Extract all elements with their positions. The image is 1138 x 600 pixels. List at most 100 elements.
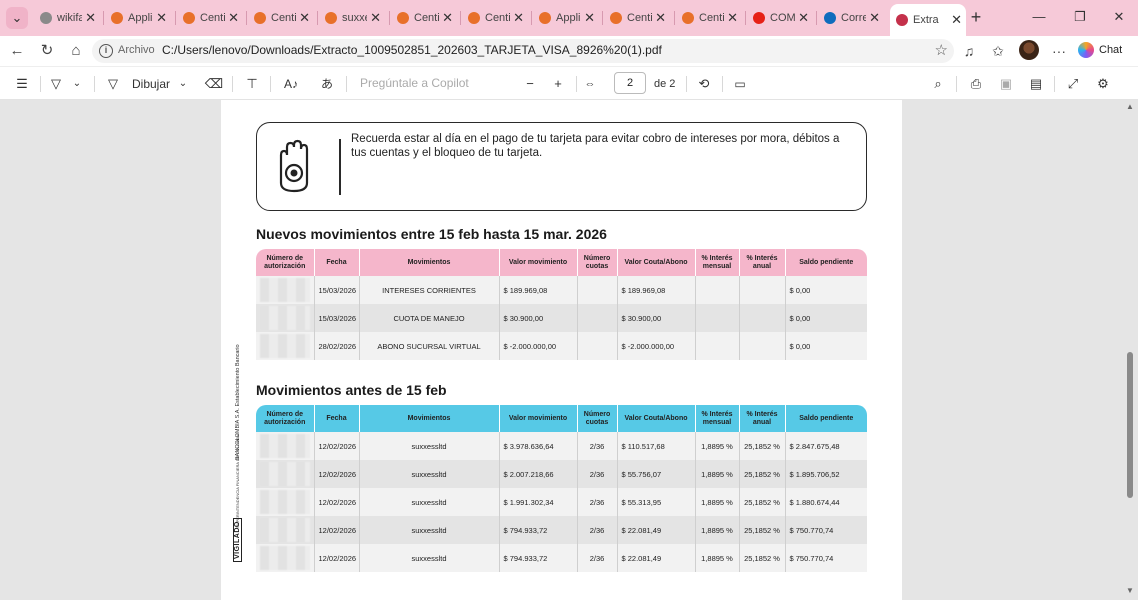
draw-button[interactable]: Dibujar — [128, 74, 174, 94]
home-icon[interactable]: ⌂ — [65, 40, 87, 62]
copilot-chat-button[interactable]: Chat — [1078, 38, 1122, 62]
tab-actions-menu-button[interactable]: ⌄ — [6, 7, 28, 29]
eraser-icon[interactable]: ⌫ — [204, 74, 224, 94]
search-icon[interactable]: ⌕ — [928, 74, 948, 94]
favorite-star-icon[interactable]: ☆ — [935, 41, 948, 59]
browser-tab[interactable]: Centi ✕ — [248, 6, 314, 30]
cell-ia: 25,1852 % — [738, 432, 785, 460]
cell-cuotas: 2/36 — [576, 516, 617, 544]
read-aloud-icon[interactable]: ♫ — [958, 40, 980, 62]
browser-tab[interactable]: COM ✕ — [747, 6, 813, 30]
tab-close-icon[interactable]: ✕ — [584, 10, 595, 26]
browser-tab[interactable]: Centi ✕ — [604, 6, 670, 30]
page-view-icon[interactable]: ▭ — [730, 74, 750, 94]
table-row: 12/02/2026 suxxessltd $ 794.933,72 2/36 $ 22… — [256, 516, 867, 544]
browser-tab[interactable]: Appli ✕ — [105, 6, 171, 30]
tab-close-icon[interactable]: ✕ — [869, 10, 880, 26]
pink-favicon — [397, 12, 409, 24]
tab-close-icon[interactable]: ✕ — [442, 10, 453, 26]
tab-close-icon[interactable]: ✕ — [951, 12, 962, 28]
browser-tab[interactable]: Corre ✕ — [818, 6, 884, 30]
browser-tab[interactable]: Extra ✕ — [890, 4, 966, 36]
scroll-up-icon[interactable]: ▲ — [1126, 102, 1134, 111]
print-icon[interactable]: ⎙ — [966, 74, 986, 94]
cell-saldo: $ 0,00 — [784, 276, 867, 304]
cell-fecha: 28/02/2026 — [313, 332, 359, 360]
redacted-pixelation — [259, 518, 310, 542]
cell-ia: 25,1852 % — [738, 460, 785, 488]
address-bar[interactable]: i Archivo C:/Users/lenovo/Downloads/Extr… — [92, 39, 954, 63]
zoom-in-button[interactable]: + — [548, 74, 568, 94]
info-icon[interactable]: i — [99, 44, 113, 58]
contents-icon[interactable]: ☰ — [12, 74, 32, 94]
browser-tab[interactable]: suxxe✕ — [319, 6, 385, 30]
fit-page-icon[interactable]: ⇔ — [580, 74, 600, 94]
tab-label: Appli — [556, 12, 581, 24]
pink-favicon — [183, 12, 195, 24]
cell-couta: $ 189.969,08 — [616, 276, 695, 304]
highlight-dropdown-icon[interactable]: ⌄ — [70, 74, 84, 94]
url-text[interactable]: C:/Users/lenovo/Downloads/Extracto_10095… — [162, 43, 662, 57]
tab-close-icon[interactable]: ✕ — [727, 10, 738, 26]
pdf-icon — [896, 14, 908, 26]
ask-copilot-input[interactable]: Pregúntale a Copilot — [360, 76, 469, 90]
draw-icon[interactable]: ▽ — [103, 74, 123, 94]
outlook-icon — [824, 12, 836, 24]
more-options-icon[interactable]: ··· — [1048, 40, 1070, 62]
settings-gear-icon[interactable]: ⚙ — [1093, 74, 1113, 94]
zoom-out-button[interactable]: − — [520, 74, 540, 94]
new-tab-button[interactable]: + — [965, 6, 987, 28]
tab-close-icon[interactable]: ✕ — [85, 10, 96, 26]
column-header: Movimientos — [358, 405, 499, 432]
browser-tab[interactable]: Centi ✕ — [177, 6, 243, 30]
column-header: Saldo pendiente — [784, 249, 867, 276]
rotate-icon[interactable]: ⟲ — [694, 74, 714, 94]
column-header: Valor movimiento — [498, 405, 577, 432]
highlight-icon[interactable]: ▽ — [46, 74, 66, 94]
back-arrow-icon[interactable]: ← — [6, 40, 28, 62]
cell-cuotas: 2/36 — [576, 488, 617, 516]
redacted-pixelation — [259, 434, 310, 458]
tab-close-icon[interactable]: ✕ — [798, 10, 809, 26]
minimize-icon[interactable]: — — [1027, 6, 1051, 28]
text-box-icon[interactable]: ⊤ — [242, 74, 262, 94]
favorites-icon[interactable]: ✩ — [987, 40, 1009, 62]
cell-ia: 25,1852 % — [738, 516, 785, 544]
restore-icon[interactable]: ❐ — [1068, 6, 1092, 28]
browser-tab[interactable]: Appli ✕ — [533, 6, 599, 30]
tab-close-icon[interactable]: ✕ — [228, 10, 239, 26]
redacted-authorization — [256, 544, 314, 572]
url-scheme: Archivo — [118, 44, 155, 56]
scroll-down-icon[interactable]: ▼ — [1126, 586, 1134, 595]
page-number-input[interactable]: 2 — [614, 72, 646, 94]
tab-close-icon[interactable]: ✕ — [513, 10, 524, 26]
cell-valor: $ 794.933,72 — [498, 516, 577, 544]
vertical-scrollbar[interactable]: ▲ ▼ — [1124, 100, 1136, 600]
tab-close-icon[interactable]: ✕ — [655, 10, 666, 26]
tab-close-icon[interactable]: ✕ — [370, 10, 381, 26]
new-movements-table: Número de autorización Fecha Movimientos Va… — [256, 249, 867, 360]
tab-close-icon[interactable]: ✕ — [156, 10, 167, 26]
fullscreen-icon[interactable]: ⤢ — [1063, 74, 1083, 94]
browser-tab[interactable]: wikifa ✕ — [34, 6, 100, 30]
translate-icon[interactable]: あ — [316, 74, 338, 94]
pdf-page: Recuerda estar al día en el pago de tu t… — [221, 100, 902, 600]
scrollbar-thumb[interactable] — [1127, 352, 1133, 498]
save-icon[interactable]: ▣ — [996, 74, 1016, 94]
tab-close-icon[interactable]: ✕ — [299, 10, 310, 26]
cell-fecha: 15/03/2026 — [313, 304, 359, 332]
tab-label: Centi — [485, 12, 511, 24]
close-window-icon[interactable]: ✕ — [1107, 6, 1131, 28]
profile-avatar[interactable] — [1019, 40, 1039, 60]
browser-tab[interactable]: Centi ✕ — [676, 6, 742, 30]
browser-tab[interactable]: Centi ✕ — [391, 6, 457, 30]
browser-tab[interactable]: Centi ✕ — [462, 6, 528, 30]
cell-mov: suxxessltd — [358, 488, 499, 516]
pink-favicon — [111, 12, 123, 24]
cell-fecha: 12/02/2026 — [313, 432, 359, 460]
draw-dropdown-icon[interactable]: ⌄ — [176, 74, 190, 94]
reload-icon[interactable]: ↻ — [36, 40, 58, 62]
save-as-icon[interactable]: ▤ — [1026, 74, 1046, 94]
column-header: % Interés anual — [738, 249, 785, 276]
read-aloud-pdf-icon[interactable]: A♪ — [280, 74, 302, 94]
